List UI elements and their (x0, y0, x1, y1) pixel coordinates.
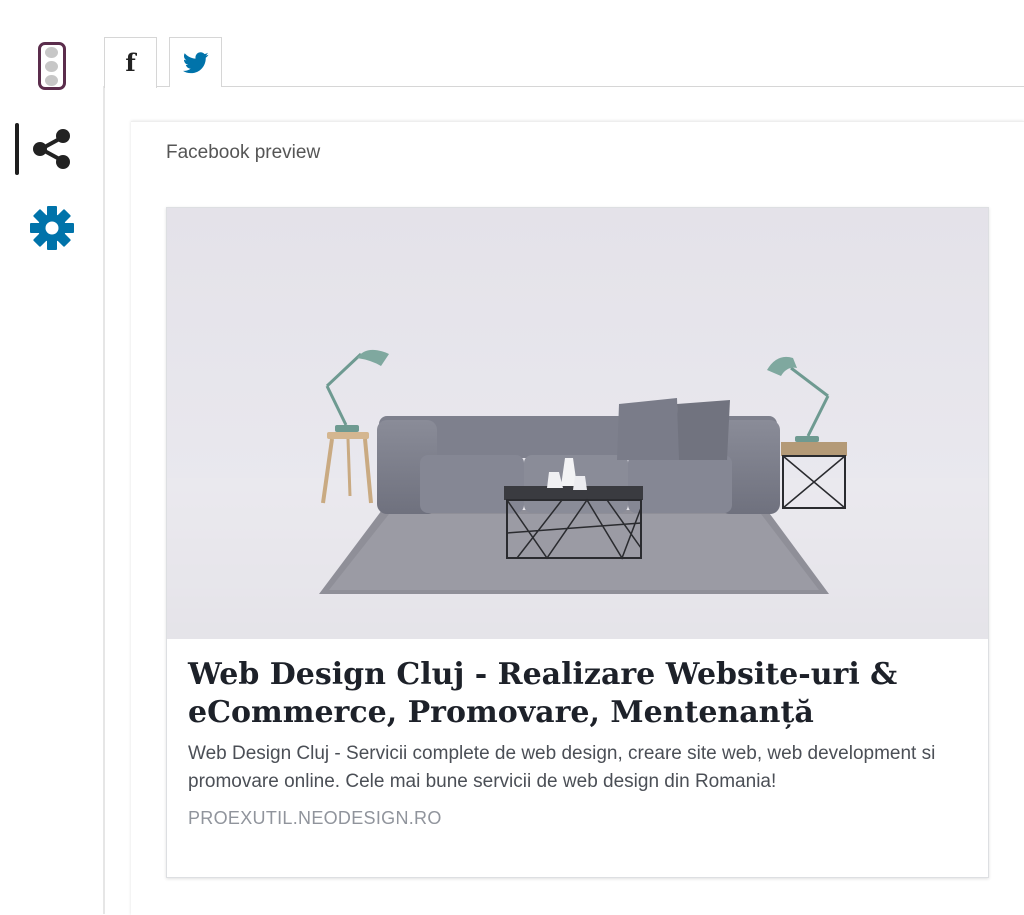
tab-twitter[interactable] (169, 37, 222, 87)
tab-facebook[interactable]: f (104, 37, 157, 88)
card-domain: PROEXUTIL.NEODESIGN.RO (188, 808, 442, 828)
tabs-underline (104, 86, 1024, 87)
active-indicator (15, 123, 19, 175)
card-description[interactable]: Web Design Cluj - Servicii complete de w… (188, 740, 968, 796)
facebook-preview-card[interactable]: Web Design Cluj - Realizare Website-uri … (166, 207, 989, 878)
card-title[interactable]: Web Design Cluj - Realizare Website-uri … (188, 656, 968, 732)
traffic-light-icon (37, 42, 66, 90)
living-room-illustration (167, 208, 988, 639)
metabox-sidebar (0, 0, 103, 914)
preview-heading: Facebook preview (166, 142, 321, 163)
share-icon (32, 129, 70, 169)
card-text: Web Design Cluj - Realizare Website-uri … (188, 656, 968, 829)
settings-tab-button[interactable] (0, 203, 103, 253)
facebook-icon: f (125, 48, 136, 77)
metabox-divider (103, 86, 105, 914)
traffic-light-dot (45, 60, 58, 72)
traffic-light-dot (45, 74, 58, 86)
traffic-light-dot (45, 46, 58, 58)
gear-icon (29, 206, 74, 250)
social-tab-button[interactable] (0, 121, 103, 177)
twitter-icon (182, 51, 209, 73)
seo-tab-button[interactable] (0, 38, 103, 94)
card-image[interactable] (167, 208, 988, 639)
